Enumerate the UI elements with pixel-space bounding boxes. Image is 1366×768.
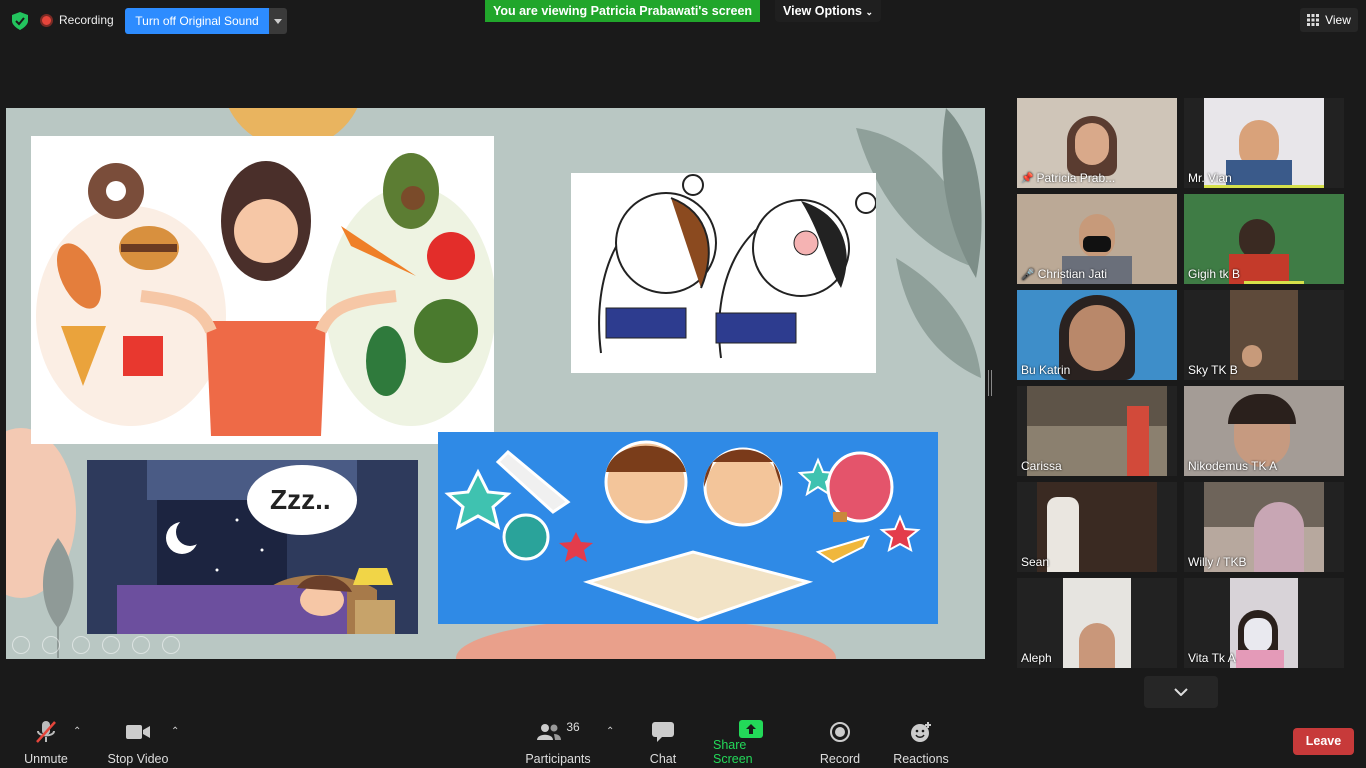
participants-label: Participants: [525, 752, 591, 766]
panel-resize-handle[interactable]: [988, 370, 992, 396]
participant-tile[interactable]: Willy / TKB: [1184, 482, 1344, 572]
participants-options-caret[interactable]: ⌃: [606, 726, 614, 737]
share-screen-icon: [739, 720, 763, 738]
zoom-icon[interactable]: [132, 636, 150, 654]
mic-muted-icon: 🎤: [1021, 268, 1035, 281]
video-camera-icon: [126, 720, 150, 744]
next-slide-icon[interactable]: [42, 636, 60, 654]
participant-name: Gigih tk B: [1188, 267, 1241, 281]
participants-count: 36: [566, 720, 580, 734]
participant-tile[interactable]: Bu Katrin: [1017, 290, 1177, 380]
share-screen-button[interactable]: Share Screen: [713, 720, 789, 766]
chat-bubble-icon: [652, 720, 674, 744]
participant-name: Christian Jati: [1037, 267, 1108, 281]
security-shield-icon[interactable]: [12, 12, 28, 30]
mic-muted-icon: [35, 720, 57, 744]
participants-button[interactable]: 36 Participants: [524, 720, 592, 766]
slide-image-exercise: [571, 173, 877, 373]
record-dot-icon: [40, 13, 53, 27]
participant-tile[interactable]: Sean: [1017, 482, 1177, 572]
video-options-caret[interactable]: ⌃: [171, 726, 179, 737]
slide-image-sleep: Zzz..: [87, 460, 418, 634]
recording-label: Recording: [59, 13, 114, 27]
participant-tile[interactable]: Vita Tk A: [1184, 578, 1344, 668]
reactions-button[interactable]: Reactions: [893, 720, 949, 766]
view-label: View: [1325, 13, 1351, 27]
caret-down-icon: [274, 18, 282, 24]
record-label: Record: [819, 752, 861, 766]
shared-screen[interactable]: Zzz..: [6, 108, 985, 659]
participant-name: Carissa: [1021, 459, 1062, 473]
participant-name: Sky TK B: [1188, 363, 1238, 377]
leave-button[interactable]: Leave: [1293, 728, 1354, 755]
participant-tile[interactable]: Gigih tk B: [1184, 194, 1344, 284]
participant-tile[interactable]: 📌 Patricia Prab...: [1017, 98, 1177, 188]
grid-icon: [1307, 14, 1320, 26]
participant-name: Sean: [1021, 555, 1050, 569]
smiley-plus-icon: [910, 720, 932, 744]
chat-label: Chat: [649, 752, 677, 766]
stop-video-label: Stop Video: [107, 752, 169, 766]
more-options-icon[interactable]: [162, 636, 180, 654]
audio-options-caret[interactable]: ⌃: [73, 726, 81, 737]
recording-indicator[interactable]: Recording: [40, 8, 114, 32]
record-icon: [830, 720, 850, 744]
slide-image-healthy-food: [31, 136, 496, 444]
participant-tile[interactable]: Nikodemus TK A: [1184, 386, 1344, 476]
prev-slide-icon[interactable]: [12, 636, 30, 654]
slide-image-reading: [438, 432, 938, 624]
chat-button[interactable]: Chat: [643, 720, 683, 766]
participant-tile[interactable]: Mr. Vian: [1184, 98, 1344, 188]
gallery-view-button[interactable]: View: [1300, 8, 1358, 32]
gallery-next-page-button[interactable]: [1144, 676, 1218, 708]
participants-icon: [537, 724, 562, 740]
participant-tile[interactable]: Carissa: [1017, 386, 1177, 476]
decor-salmon-shape: [456, 618, 836, 659]
slide-controls[interactable]: [12, 636, 180, 654]
unmute-button[interactable]: Unmute: [20, 720, 72, 766]
share-screen-label: Share Screen: [713, 738, 753, 766]
participant-name: Aleph: [1021, 651, 1052, 665]
participant-name: Willy / TKB: [1188, 555, 1247, 569]
chevron-down-icon: [1174, 688, 1188, 696]
pen-icon[interactable]: [72, 636, 90, 654]
record-button[interactable]: Record: [818, 720, 862, 766]
participant-name: Vita Tk A: [1188, 651, 1236, 665]
sleep-zzz-text: Zzz..: [270, 484, 331, 515]
pin-icon: 📌: [1021, 172, 1034, 184]
original-sound-dropdown[interactable]: [269, 8, 287, 34]
view-options-label: View Options: [783, 4, 862, 18]
participant-name: Mr. Vian: [1188, 171, 1232, 185]
participant-tile[interactable]: Sky TK B: [1184, 290, 1344, 380]
slides-grid-icon[interactable]: [102, 636, 120, 654]
original-sound-button[interactable]: Turn off Original Sound: [125, 8, 269, 34]
participant-name: Nikodemus TK A: [1188, 459, 1278, 473]
participant-tile[interactable]: 🎤 Christian Jati: [1017, 194, 1177, 284]
stop-video-button[interactable]: Stop Video: [106, 720, 170, 766]
reactions-label: Reactions: [893, 752, 949, 766]
participant-name: Patricia Prab...: [1036, 171, 1116, 185]
view-options-button[interactable]: View Options ⌄: [775, 0, 881, 22]
unmute-label: Unmute: [24, 752, 68, 766]
chevron-down-icon: ⌄: [865, 7, 873, 17]
participant-name: Bu Katrin: [1021, 363, 1071, 377]
viewing-screen-banner: You are viewing Patricia Prabawati's scr…: [485, 0, 760, 22]
participant-tile[interactable]: Aleph: [1017, 578, 1177, 668]
